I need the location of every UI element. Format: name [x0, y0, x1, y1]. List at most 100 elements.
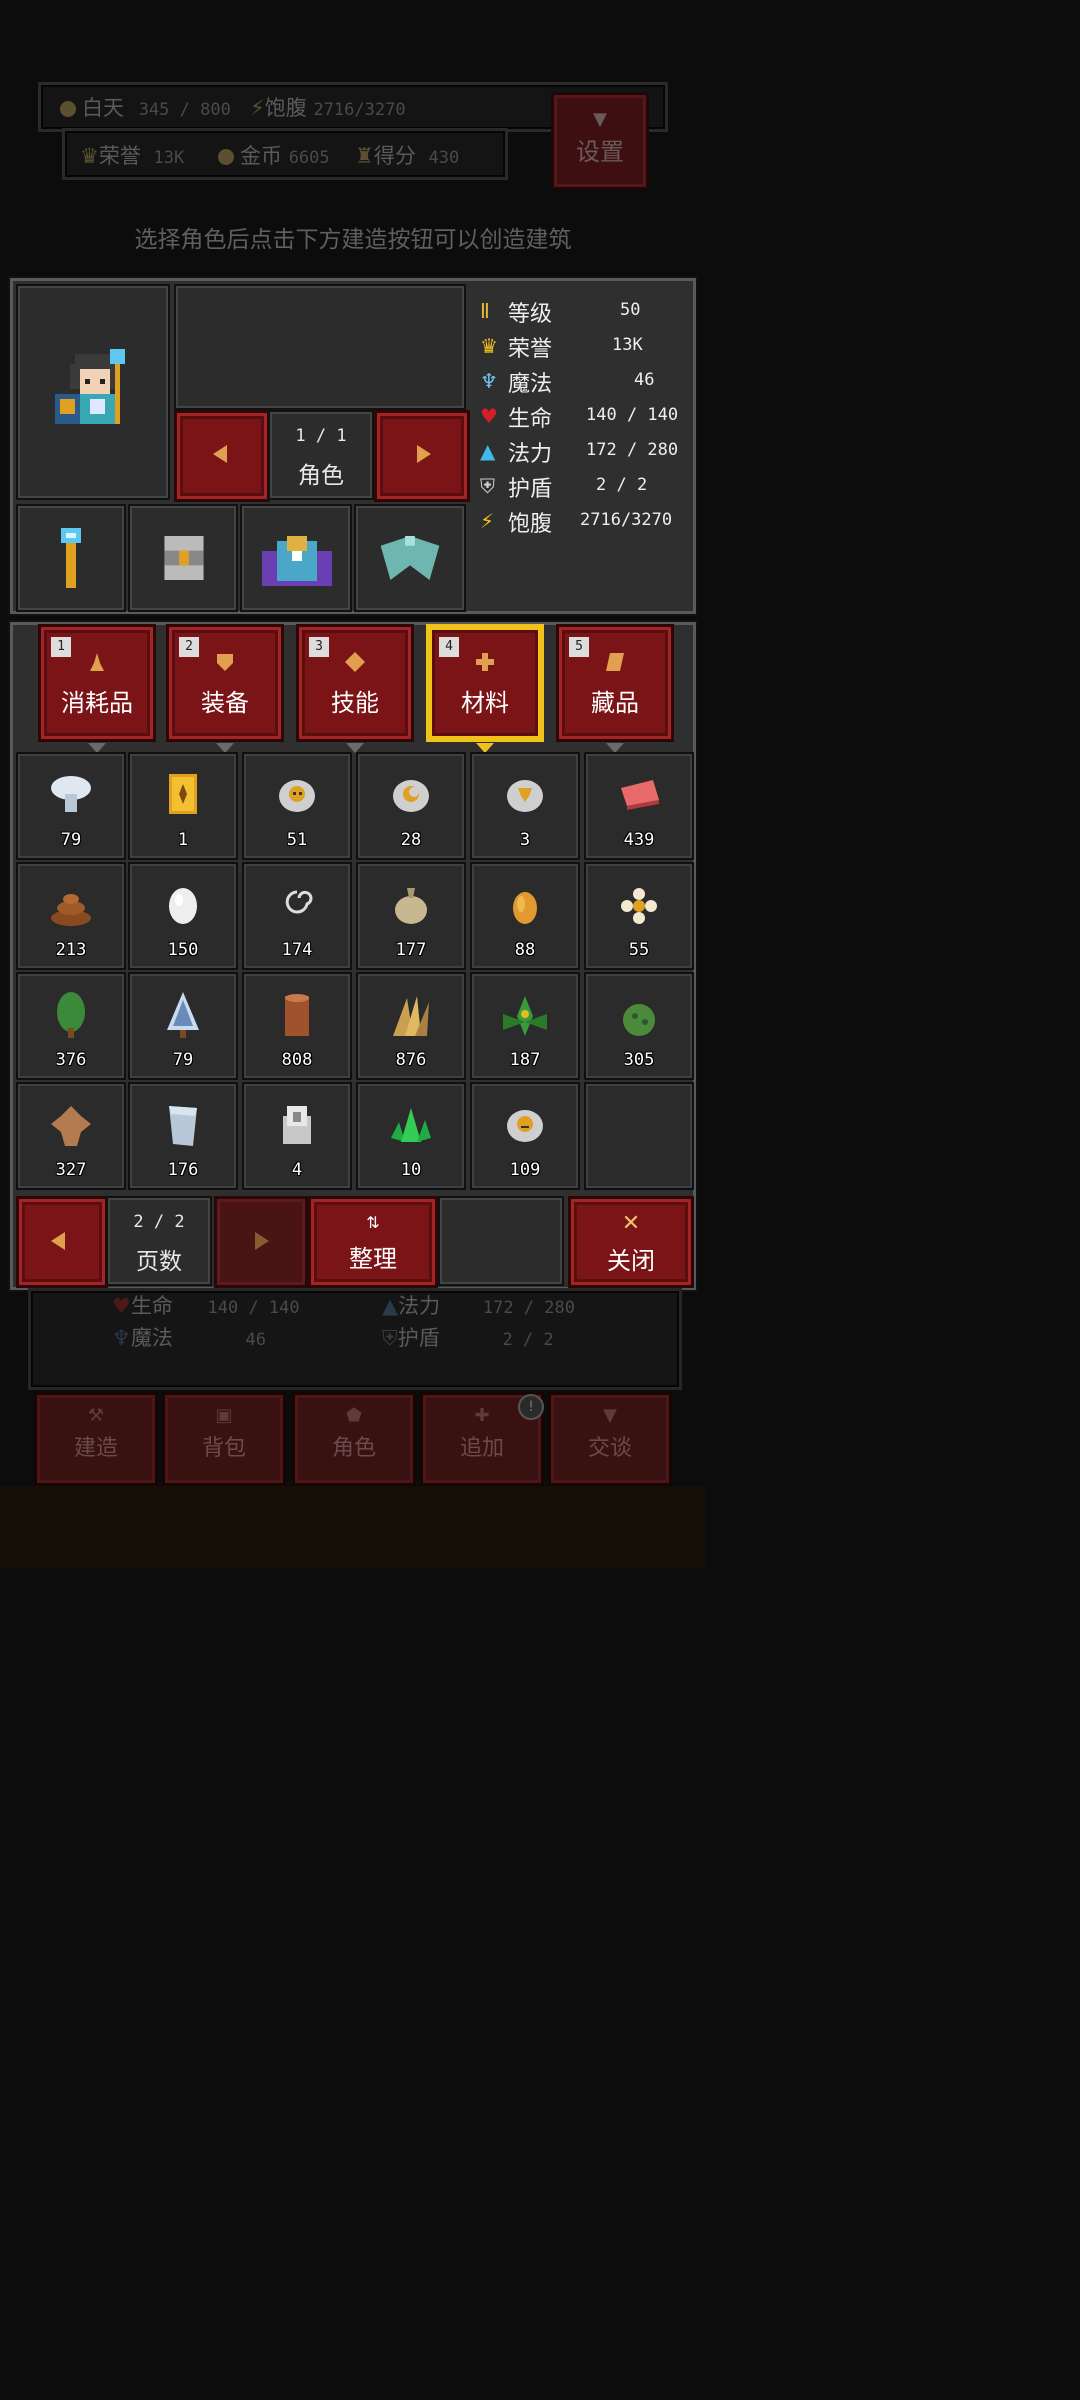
inventory-slot[interactable]: 55	[584, 862, 694, 970]
inventory-slot[interactable]: 79	[16, 752, 126, 860]
moon-coin-icon	[393, 780, 429, 812]
inventory-slot[interactable]: 213	[16, 862, 126, 970]
nav-label: 追加	[459, 1436, 504, 1461]
character-icon: ⬟	[346, 1405, 362, 1426]
close-icon: ✕	[621, 1211, 641, 1236]
inventory-slot[interactable]: 4	[242, 1082, 352, 1190]
character-portrait	[55, 349, 125, 424]
inventory-slot[interactable]: 28	[356, 752, 466, 860]
stat-label: 等级	[508, 302, 553, 327]
inventory-slot[interactable]: 10	[356, 1082, 466, 1190]
nav-bag-button[interactable]: ▣ 背包	[162, 1392, 286, 1486]
inventory-slot[interactable]: 150	[128, 862, 238, 970]
tab-label: 消耗品	[61, 689, 133, 717]
chat-icon: ▼	[603, 1405, 617, 1426]
arrow-left-icon	[51, 1232, 65, 1250]
inventory-slot[interactable]: 51	[242, 752, 352, 860]
page-next-button[interactable]	[214, 1196, 308, 1288]
inventory-slot[interactable]: 327	[16, 1082, 126, 1190]
flask-icon	[90, 653, 104, 671]
item-count: 10	[400, 1160, 422, 1180]
heart-icon: ♥	[112, 1294, 131, 1318]
item-count: 187	[509, 1050, 541, 1070]
item-count: 55	[628, 940, 650, 960]
underlay-shield-value: 2 / 2	[502, 1330, 554, 1350]
item-count: 1	[177, 830, 189, 850]
arrow-right-icon	[417, 445, 431, 463]
face-coin-icon	[507, 1110, 543, 1142]
nav-label: 交谈	[587, 1436, 632, 1461]
skill-icon	[345, 652, 365, 672]
character-pager-label: 角色	[298, 463, 344, 489]
tab-label: 技能	[331, 689, 379, 717]
sort-label: 整理	[349, 1245, 397, 1273]
equip-slot-book[interactable]	[128, 504, 238, 612]
inventory-slot[interactable]: 3	[470, 752, 580, 860]
trophy-icon: ♜	[355, 144, 374, 168]
equip-slot-cloak[interactable]	[354, 504, 466, 612]
sun-icon	[60, 101, 76, 117]
satiety-icon: ⚡	[480, 509, 495, 533]
inventory-slot[interactable]: 174	[242, 862, 352, 970]
equip-slot-armor[interactable]	[240, 504, 352, 612]
nav-hammer-button[interactable]: ⚒ 建造	[34, 1392, 158, 1486]
item-count: 79	[60, 830, 82, 850]
nav-label: 背包	[201, 1436, 246, 1461]
inventory-slot[interactable]: 876	[356, 972, 466, 1080]
thread-icon	[285, 890, 313, 914]
log-icon	[285, 994, 309, 1036]
character-prev-button[interactable]	[174, 410, 270, 502]
inventory-slot-empty[interactable]	[584, 1082, 694, 1190]
inventory-slot[interactable]: 376	[16, 972, 126, 1080]
hud-score: ♜得分 430	[355, 140, 459, 170]
nav-character-button[interactable]: ⬟ 角色	[292, 1392, 416, 1486]
inventory-slot[interactable]: 187	[470, 972, 580, 1080]
arrow-right-icon	[255, 1232, 269, 1250]
character-portrait-slot[interactable]	[16, 284, 170, 500]
floor-background	[0, 1486, 706, 1568]
mushroom-icon	[51, 776, 91, 812]
armor-icon	[217, 654, 233, 671]
close-button[interactable]: ✕ 关闭	[568, 1196, 694, 1288]
close-label: 关闭	[607, 1247, 655, 1275]
empty-control-slot	[438, 1196, 564, 1286]
item-count: 176	[167, 1160, 199, 1180]
inventory-slot[interactable]: 177	[356, 862, 466, 970]
item-count: 213	[55, 940, 87, 960]
flower-icon	[621, 888, 657, 924]
golden-card-icon	[169, 774, 197, 814]
sort-button[interactable]: ⇅ 整理	[308, 1196, 438, 1288]
item-count: 150	[167, 940, 199, 960]
underlay-life: ♥生命 140 / 140	[112, 1290, 300, 1320]
item-count: 376	[55, 1050, 87, 1070]
staff-icon	[61, 528, 81, 588]
tab-flask[interactable]: 1 消耗品	[38, 624, 156, 753]
tab-skill[interactable]: 3 技能	[296, 624, 414, 753]
inventory-slot[interactable]: 1	[128, 752, 238, 860]
character-next-button[interactable]	[374, 410, 470, 502]
tab-scroll[interactable]: 5 藏品	[556, 624, 674, 753]
inventory-slot[interactable]: 439	[584, 752, 694, 860]
tab-material[interactable]: 4 材料	[426, 624, 544, 753]
inventory-slot[interactable]: 109	[470, 1082, 580, 1190]
inventory-slot[interactable]: 808	[242, 972, 352, 1080]
inventory-slot[interactable]: 79	[128, 972, 238, 1080]
character-preview-area	[174, 284, 466, 410]
item-count: 808	[281, 1050, 313, 1070]
stat-label: 荣誉	[508, 337, 553, 362]
inventory-slot[interactable]: 176	[128, 1082, 238, 1190]
hud-honor-label: 荣誉	[98, 144, 141, 168]
settings-button[interactable]: ▼ 设置	[551, 92, 649, 190]
tab-label: 材料	[461, 689, 509, 717]
nav-chat-button[interactable]: ▼ 交谈	[548, 1392, 672, 1486]
leather-icon	[51, 1106, 91, 1146]
inventory-slot[interactable]: 88	[470, 862, 580, 970]
stat-value: 46	[634, 370, 655, 390]
equip-slot-weapon[interactable]	[16, 504, 126, 612]
page-prev-button[interactable]	[16, 1196, 108, 1288]
underlay-life-value: 140 / 140	[207, 1298, 300, 1318]
satiety-icon: ⚡	[250, 96, 265, 120]
inventory-slot[interactable]: 305	[584, 972, 694, 1080]
tab-armor[interactable]: 2 装备	[166, 624, 284, 753]
herb-icon	[503, 996, 547, 1036]
